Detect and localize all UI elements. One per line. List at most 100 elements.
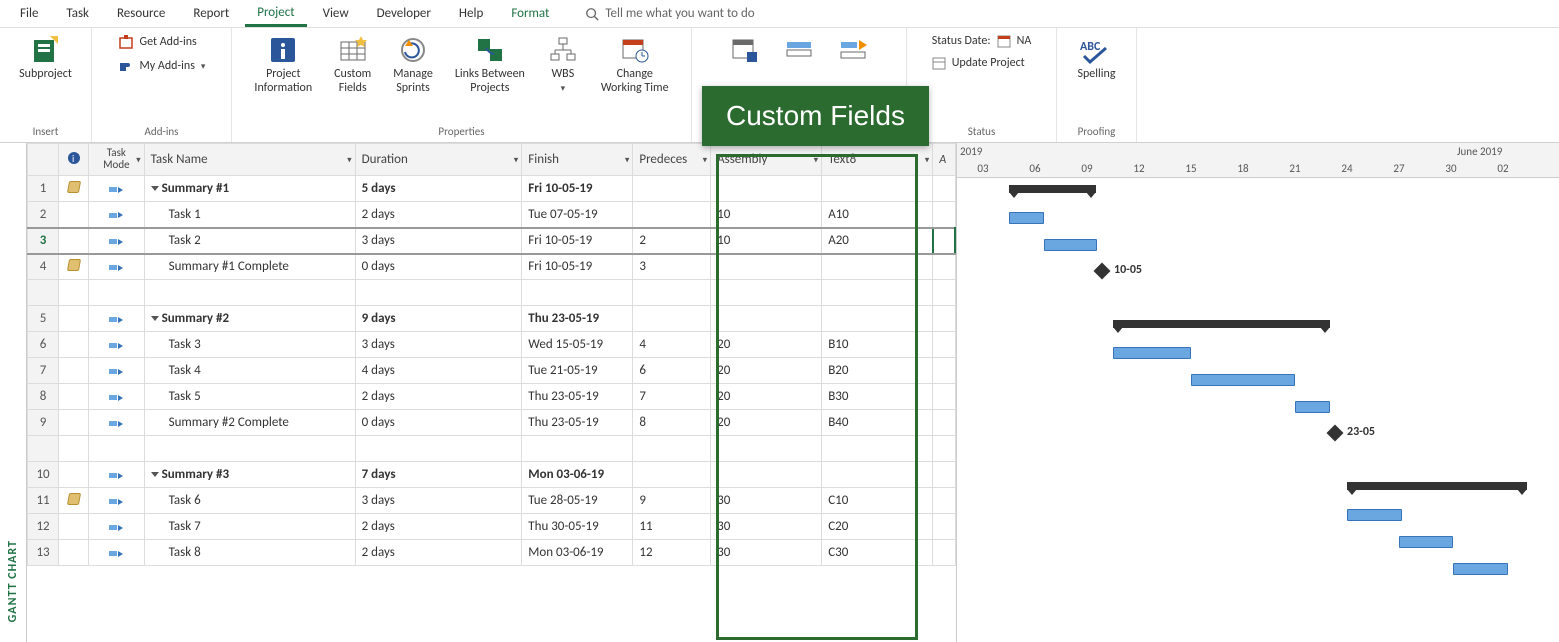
task-mode-cell[interactable]	[89, 462, 145, 488]
predecessors-cell[interactable]: 7	[633, 384, 711, 410]
task-mode-cell[interactable]	[89, 488, 145, 514]
collapse-caret-icon[interactable]	[151, 186, 159, 191]
text8-cell[interactable]	[822, 306, 933, 332]
table-row[interactable]: 1 Summary #1 5 days Fri 10-05-19	[28, 176, 956, 202]
a-cell[interactable]	[933, 384, 955, 410]
row-number[interactable]: 2	[28, 202, 59, 228]
row-number[interactable]: 9	[28, 410, 59, 436]
schedule-button-1[interactable]	[721, 32, 769, 68]
column-indicators[interactable]: i	[59, 144, 89, 176]
project-information-button[interactable]: Project Information	[246, 32, 320, 98]
table-row[interactable]: 7 Task 4 4 days Tue 21-05-19 6 20 B20	[28, 358, 956, 384]
a-cell[interactable]	[933, 254, 955, 280]
a-cell[interactable]	[933, 540, 955, 566]
task-name-cell[interactable]: Summary #2 Complete	[144, 410, 355, 436]
table-row[interactable]: 3 Task 2 3 days Fri 10-05-19 2 10 A20	[28, 228, 956, 254]
assembly-cell[interactable]: 30	[711, 514, 822, 540]
collapse-caret-icon[interactable]	[151, 472, 159, 477]
row-number[interactable]: 13	[28, 540, 59, 566]
finish-cell[interactable]: Thu 30-05-19	[522, 514, 633, 540]
table-row[interactable]: 6 Task 3 3 days Wed 15-05-19 4 20 B10	[28, 332, 956, 358]
duration-cell[interactable]: 2 days	[355, 384, 522, 410]
gantt-bars-area[interactable]: 10-0523-05	[957, 178, 1559, 583]
text8-cell[interactable]: B10	[822, 332, 933, 358]
gantt-milestone[interactable]	[1094, 263, 1111, 280]
column-task-name[interactable]: Task Name▾	[144, 144, 355, 176]
text8-cell[interactable]: C20	[822, 514, 933, 540]
row-number[interactable]: 5	[28, 306, 59, 332]
task-name-cell[interactable]: Summary #2	[144, 306, 355, 332]
dropdown-caret-icon[interactable]: ▾	[925, 154, 930, 165]
finish-cell[interactable]: Mon 03-06-19	[522, 462, 633, 488]
links-between-projects-button[interactable]: Links Between Projects	[447, 32, 533, 98]
task-name-cell[interactable]: Task 7	[144, 514, 355, 540]
task-name-cell[interactable]: Summary #3	[144, 462, 355, 488]
predecessors-cell[interactable]: 9	[633, 488, 711, 514]
menu-view[interactable]: View	[311, 2, 361, 25]
finish-cell[interactable]: Thu 23-05-19	[522, 410, 633, 436]
assembly-cell[interactable]	[711, 462, 822, 488]
update-project-button[interactable]: Update Project	[926, 54, 1031, 72]
task-mode-cell[interactable]	[89, 384, 145, 410]
task-name-cell[interactable]: Task 5	[144, 384, 355, 410]
task-name-cell[interactable]: Task 3	[144, 332, 355, 358]
assembly-cell[interactable]: 20	[711, 384, 822, 410]
dropdown-caret-icon[interactable]: ▾	[514, 154, 519, 165]
duration-cell[interactable]: 2 days	[355, 202, 522, 228]
task-name-cell[interactable]: Task 6	[144, 488, 355, 514]
dropdown-caret-icon[interactable]: ▾	[347, 154, 352, 165]
text8-cell[interactable]: A10	[822, 202, 933, 228]
gantt-chart-tab[interactable]: GANTT CHART	[0, 143, 27, 642]
task-mode-cell[interactable]	[89, 202, 145, 228]
wbs-button[interactable]: WBS ▾	[539, 32, 587, 96]
gantt-summary-bar[interactable]	[1009, 185, 1096, 193]
predecessors-cell[interactable]: 12	[633, 540, 711, 566]
finish-cell[interactable]: Fri 10-05-19	[522, 176, 633, 202]
menu-project[interactable]: Project	[245, 1, 306, 27]
text8-cell[interactable]: C30	[822, 540, 933, 566]
text8-cell[interactable]: C10	[822, 488, 933, 514]
duration-cell[interactable]: 3 days	[355, 488, 522, 514]
custom-fields-button[interactable]: Custom Fields	[326, 32, 379, 98]
task-mode-cell[interactable]	[89, 410, 145, 436]
row-number[interactable]: 1	[28, 176, 59, 202]
table-row[interactable]: 12 Task 7 2 days Thu 30-05-19 11 30 C20	[28, 514, 956, 540]
task-mode-cell[interactable]	[89, 332, 145, 358]
finish-cell[interactable]: Mon 03-06-19	[522, 540, 633, 566]
assembly-cell[interactable]	[711, 254, 822, 280]
duration-cell[interactable]: 0 days	[355, 410, 522, 436]
assembly-cell[interactable]: 10	[711, 228, 822, 254]
table-row[interactable]: 4 Summary #1 Complete 0 days Fri 10-05-1…	[28, 254, 956, 280]
duration-cell[interactable]: 3 days	[355, 332, 522, 358]
task-mode-cell[interactable]	[89, 540, 145, 566]
text8-cell[interactable]: B40	[822, 410, 933, 436]
column-assembly[interactable]: Assembly▾	[711, 144, 822, 176]
finish-cell[interactable]: Tue 07-05-19	[522, 202, 633, 228]
finish-cell[interactable]: Wed 15-05-19	[522, 332, 633, 358]
finish-cell[interactable]: Thu 23-05-19	[522, 306, 633, 332]
task-name-cell[interactable]: Task 4	[144, 358, 355, 384]
text8-cell[interactable]: B20	[822, 358, 933, 384]
assembly-cell[interactable]: 30	[711, 488, 822, 514]
duration-cell[interactable]: 3 days	[355, 228, 522, 254]
assembly-cell[interactable]: 30	[711, 540, 822, 566]
assembly-cell[interactable]	[711, 176, 822, 202]
row-number[interactable]: 6	[28, 332, 59, 358]
task-mode-cell[interactable]	[89, 254, 145, 280]
row-number[interactable]: 7	[28, 358, 59, 384]
a-cell[interactable]	[933, 306, 955, 332]
row-number[interactable]: 11	[28, 488, 59, 514]
menu-file[interactable]: File	[8, 2, 50, 25]
task-name-cell[interactable]: Summary #1	[144, 176, 355, 202]
duration-cell[interactable]: 0 days	[355, 254, 522, 280]
task-mode-cell[interactable]	[89, 176, 145, 202]
row-number[interactable]: 3	[28, 228, 59, 254]
finish-cell[interactable]: Fri 10-05-19	[522, 254, 633, 280]
a-cell[interactable]	[933, 332, 955, 358]
column-finish[interactable]: Finish▾	[522, 144, 633, 176]
task-name-cell[interactable]: Task 1	[144, 202, 355, 228]
a-cell[interactable]	[933, 488, 955, 514]
menu-developer[interactable]: Developer	[365, 2, 443, 25]
finish-cell[interactable]: Thu 23-05-19	[522, 384, 633, 410]
duration-cell[interactable]: 2 days	[355, 514, 522, 540]
